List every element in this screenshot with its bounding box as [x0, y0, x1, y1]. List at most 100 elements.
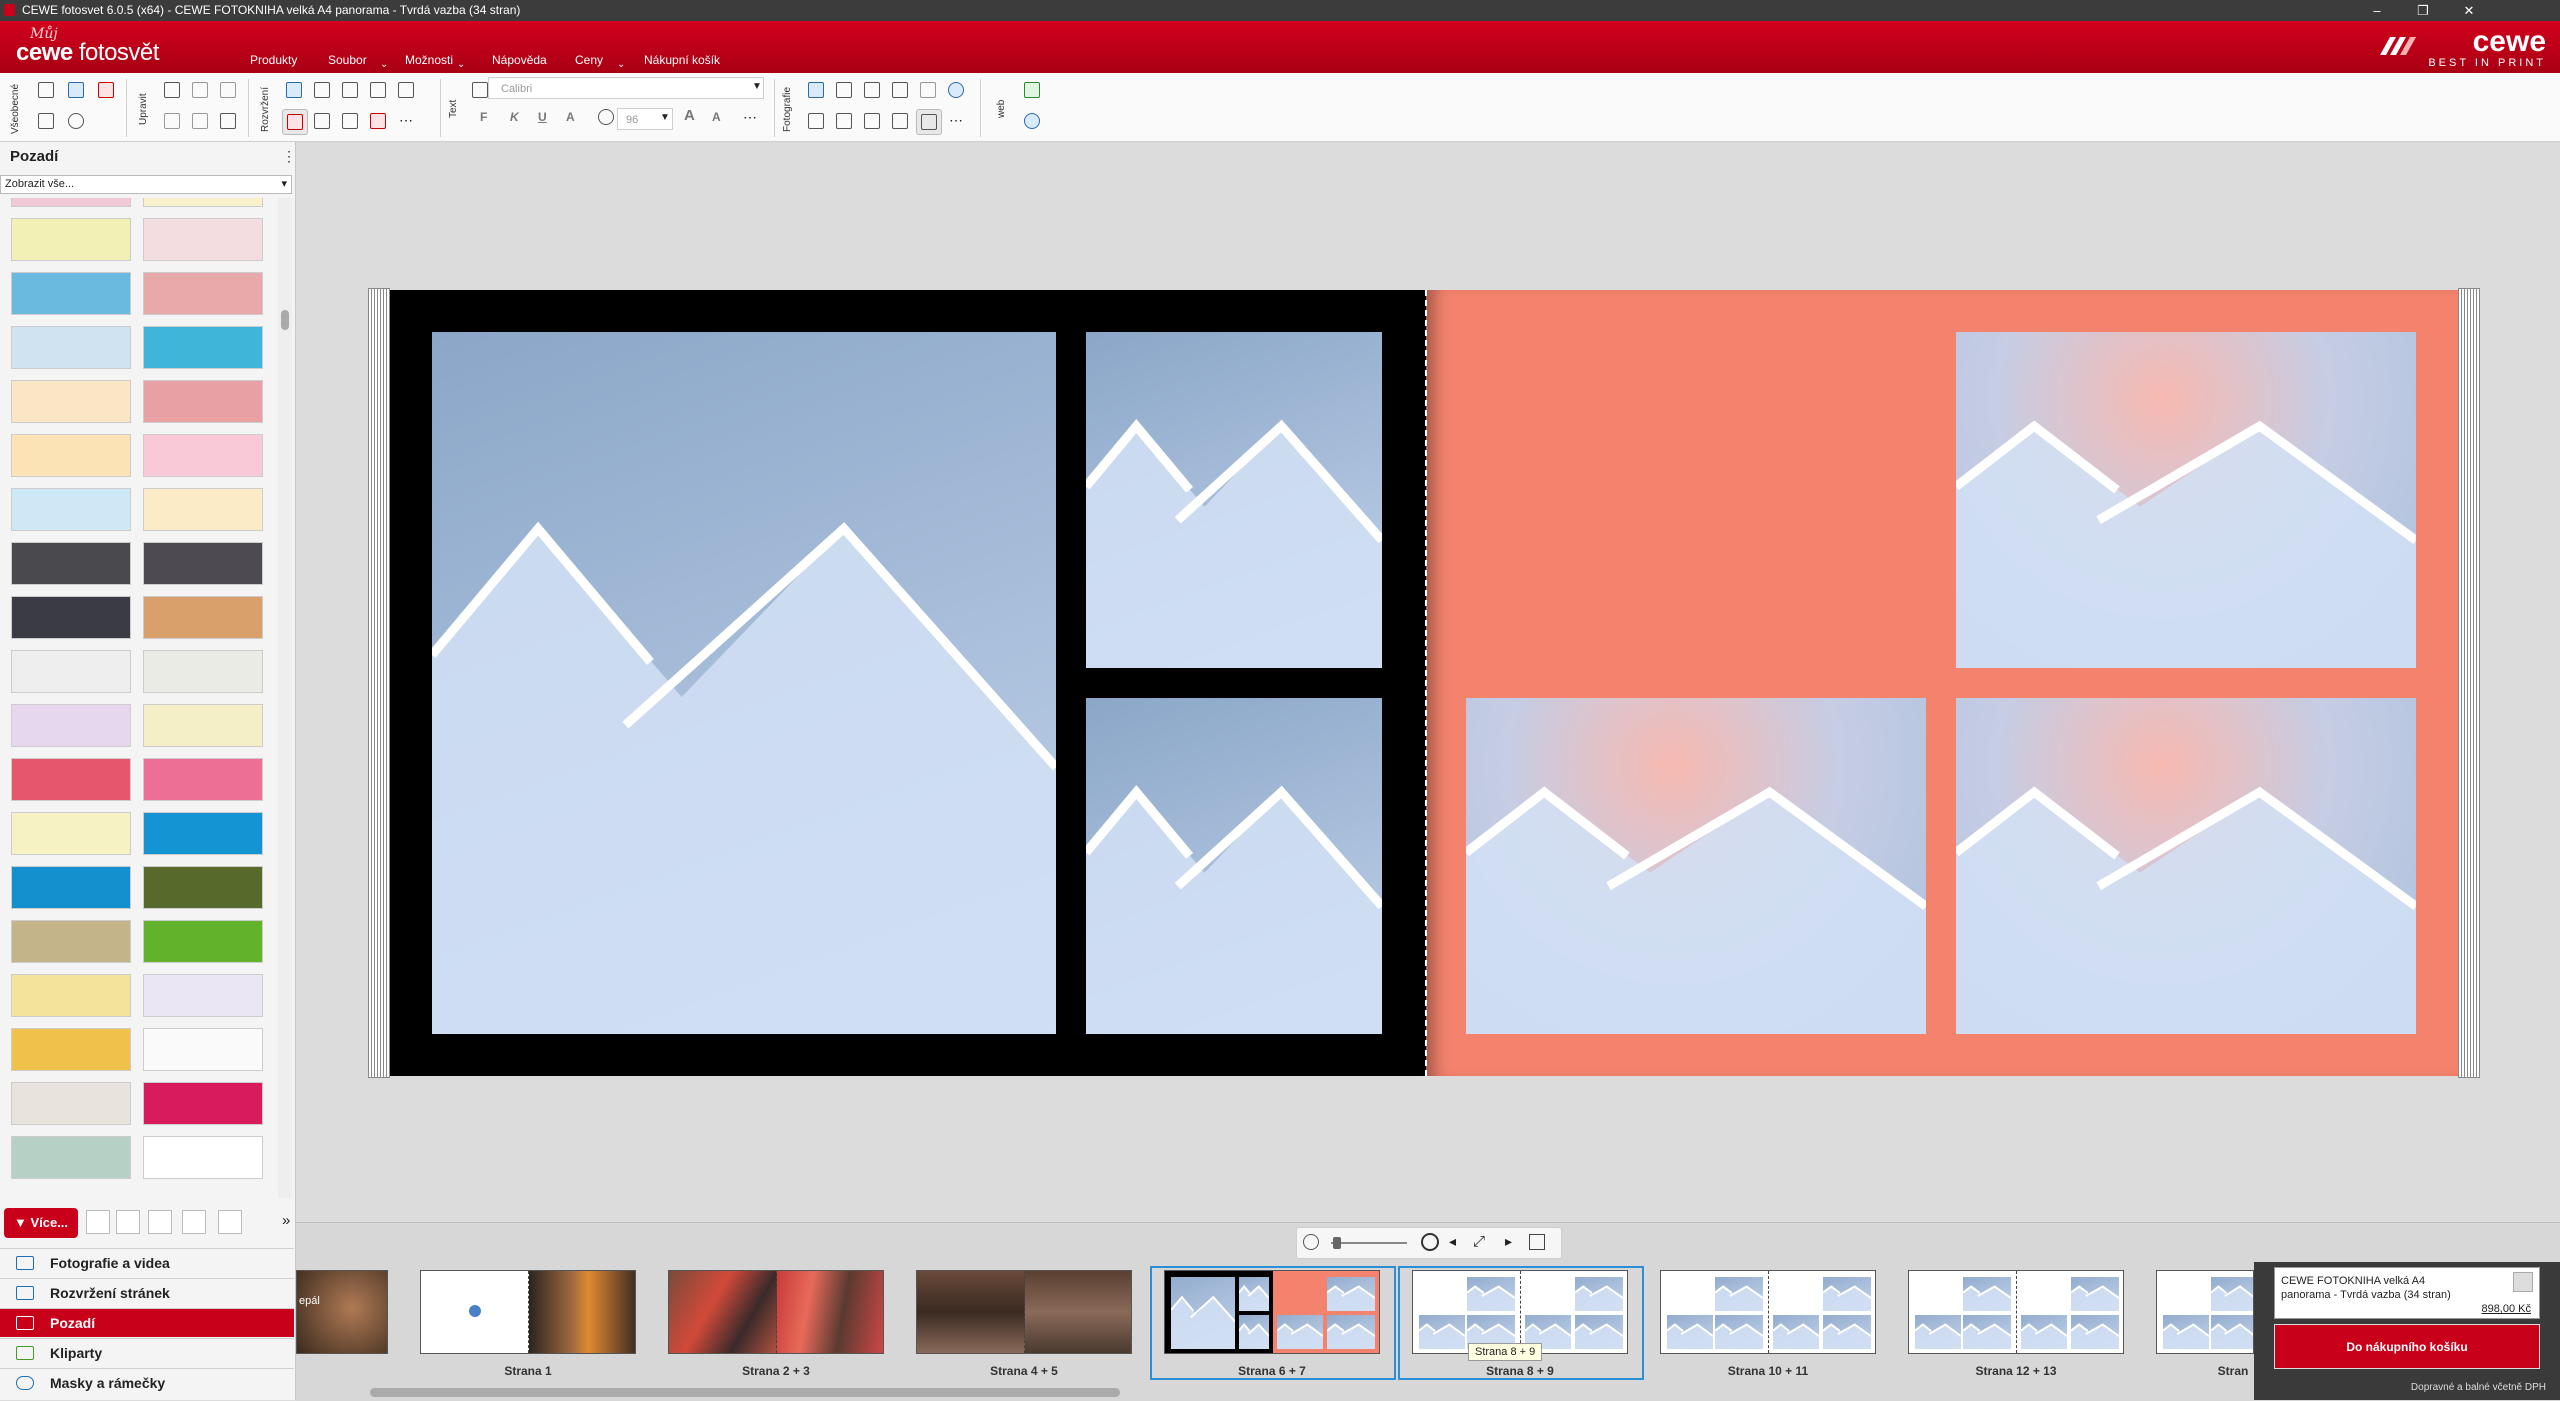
background-thumbnail[interactable]	[11, 488, 131, 531]
page-left[interactable]	[390, 290, 1426, 1076]
zoom-slider[interactable]	[1331, 1242, 1407, 1244]
background-thumbnail[interactable]	[11, 1136, 131, 1179]
background-thumbnail[interactable]	[143, 758, 263, 801]
close-button[interactable]: ✕	[2446, 0, 2492, 21]
background-thumbnail[interactable]	[143, 596, 263, 639]
save-as-icon[interactable]	[34, 109, 58, 133]
soubor-caret-icon[interactable]: ⌄	[380, 59, 388, 70]
previous-page-icon[interactable]: ◂	[1449, 1233, 1456, 1250]
background-thumbnail[interactable]	[143, 434, 263, 477]
filmstrip-page-12-13[interactable]	[1908, 1270, 2124, 1354]
background-thumbnail[interactable]	[143, 488, 263, 531]
menu-nakupni-kosik[interactable]: Nákupní košík	[644, 53, 720, 67]
filmstrip-scrollbar[interactable]	[304, 1386, 2254, 1398]
photo-placeholder[interactable]	[1956, 698, 2416, 1034]
align-icon[interactable]	[338, 78, 362, 102]
photo-adjust-icon[interactable]	[888, 78, 912, 102]
background-thumbnail[interactable]	[11, 434, 131, 477]
page-options-icon[interactable]	[1529, 1234, 1545, 1250]
background-thumbnail[interactable]	[11, 380, 131, 423]
photo-crop-icon[interactable]	[860, 78, 884, 102]
shrink-font-button[interactable]: A	[712, 110, 721, 124]
background-filter-select[interactable]: Zobrazit vše...	[0, 175, 292, 194]
filmstrip-page-partial-right[interactable]	[2156, 1270, 2254, 1354]
background-thumbnail[interactable]	[143, 380, 263, 423]
photo-effects-icon[interactable]	[832, 78, 856, 102]
moznosti-caret-icon[interactable]: ⌄	[457, 59, 465, 70]
background-thumbnail[interactable]	[143, 920, 263, 963]
search-person-icon[interactable]	[116, 1210, 140, 1234]
background-thumbnail[interactable]	[143, 542, 263, 585]
filmstrip-page-2-3[interactable]	[668, 1270, 884, 1354]
layout-mode-icon[interactable]	[282, 109, 308, 135]
more-text-icon[interactable]: ⋯	[738, 106, 762, 130]
photo-placeholder[interactable]	[1466, 698, 1926, 1034]
background-thumbnail[interactable]	[11, 542, 131, 585]
background-thumbnail[interactable]	[11, 272, 131, 315]
nav-pozadi[interactable]: Pozadí	[0, 1308, 294, 1337]
photo-zoom-icon[interactable]	[832, 109, 856, 133]
background-thumbnail[interactable]	[11, 974, 131, 1017]
zoom-slider-handle[interactable]	[1333, 1237, 1341, 1249]
filmstrip-page-6-7[interactable]	[1164, 1270, 1380, 1354]
nav-kliparty[interactable]: Kliparty	[0, 1338, 294, 1367]
collapse-panel-icon[interactable]: »	[282, 1212, 290, 1229]
nav-masky-a-ramecky[interactable]: Masky a rámečky	[0, 1368, 294, 1397]
filmstrip-page-partial[interactable]: epál	[296, 1270, 388, 1354]
photo-import-icon[interactable]	[94, 78, 118, 102]
photo-border-icon[interactable]	[916, 109, 942, 135]
page-right[interactable]	[1426, 290, 2458, 1076]
background-thumbnail[interactable]	[143, 218, 263, 261]
menu-napoveda[interactable]: Nápověda	[492, 53, 547, 67]
photo-table-icon[interactable]	[888, 109, 912, 133]
person-filter-icon[interactable]	[86, 1210, 110, 1234]
panel-menu-icon[interactable]: ⋮	[282, 148, 296, 165]
distribute-icon[interactable]	[338, 109, 362, 133]
more-photo-icon[interactable]: ⋯	[944, 109, 968, 133]
nav-fotografie-a-videa[interactable]: Fotografie a videa	[0, 1248, 294, 1277]
background-thumbnail[interactable]	[143, 198, 263, 207]
background-thumbnail[interactable]	[143, 1082, 263, 1125]
menu-moznosti[interactable]: Možnosti	[405, 53, 453, 67]
underline-button[interactable]: U	[538, 110, 547, 124]
filmstrip-page-10-11[interactable]	[1660, 1270, 1876, 1354]
menu-soubor[interactable]: Soubor	[328, 53, 367, 67]
photo-pen-icon[interactable]	[804, 109, 828, 133]
menu-produkty[interactable]: Produkty	[250, 53, 297, 67]
size-dropdown-arrow-icon[interactable]: ▼	[660, 112, 670, 123]
background-thumbnail[interactable]	[11, 596, 131, 639]
cart-price[interactable]: 898,00 Kč	[2481, 1303, 2531, 1315]
filmstrip-page-4-5[interactable]	[916, 1270, 1132, 1354]
grow-font-button[interactable]: A	[684, 107, 695, 124]
more-backgrounds-button[interactable]: ▼ Více...	[4, 1208, 78, 1238]
remove-layout-icon[interactable]	[366, 109, 390, 133]
zoom-in-icon[interactable]	[1421, 1233, 1439, 1251]
background-thumbnail[interactable]	[143, 272, 263, 315]
zoom-out-icon[interactable]	[1303, 1234, 1319, 1250]
add-to-cart-button[interactable]: Do nákupního košíku	[2274, 1324, 2540, 1369]
panel-scrollbar[interactable]	[278, 198, 292, 1198]
cut-icon[interactable]	[160, 109, 184, 133]
fit-to-screen-icon[interactable]: ⤢	[1473, 1233, 1485, 1250]
settings-gear-icon[interactable]	[64, 109, 88, 133]
save-icon[interactable]	[34, 78, 58, 102]
bold-button[interactable]: F	[480, 110, 487, 124]
view-grid-icon[interactable]	[148, 1210, 172, 1234]
background-thumbnail[interactable]	[11, 920, 131, 963]
next-page-icon[interactable]: ▸	[1505, 1233, 1512, 1250]
filmstrip-page-1[interactable]	[420, 1270, 636, 1354]
minimize-button[interactable]: –	[2354, 0, 2400, 21]
more-layout-icon[interactable]: ⋯	[394, 109, 418, 133]
photo-copy-icon[interactable]	[860, 109, 884, 133]
background-thumbnail[interactable]	[143, 866, 263, 909]
background-thumbnail[interactable]	[143, 1028, 263, 1071]
background-thumbnail[interactable]	[143, 812, 263, 855]
arrange-back-icon[interactable]	[394, 78, 418, 102]
web-share-icon[interactable]	[1020, 78, 1044, 102]
photo-placeholder[interactable]	[432, 332, 1056, 1034]
background-thumbnail[interactable]	[11, 326, 131, 369]
view-split-icon[interactable]	[182, 1210, 206, 1234]
menu-ceny[interactable]: Ceny	[575, 53, 603, 67]
photo-placeholder[interactable]	[1086, 698, 1382, 1034]
ceny-caret-icon[interactable]: ⌄	[617, 59, 625, 70]
